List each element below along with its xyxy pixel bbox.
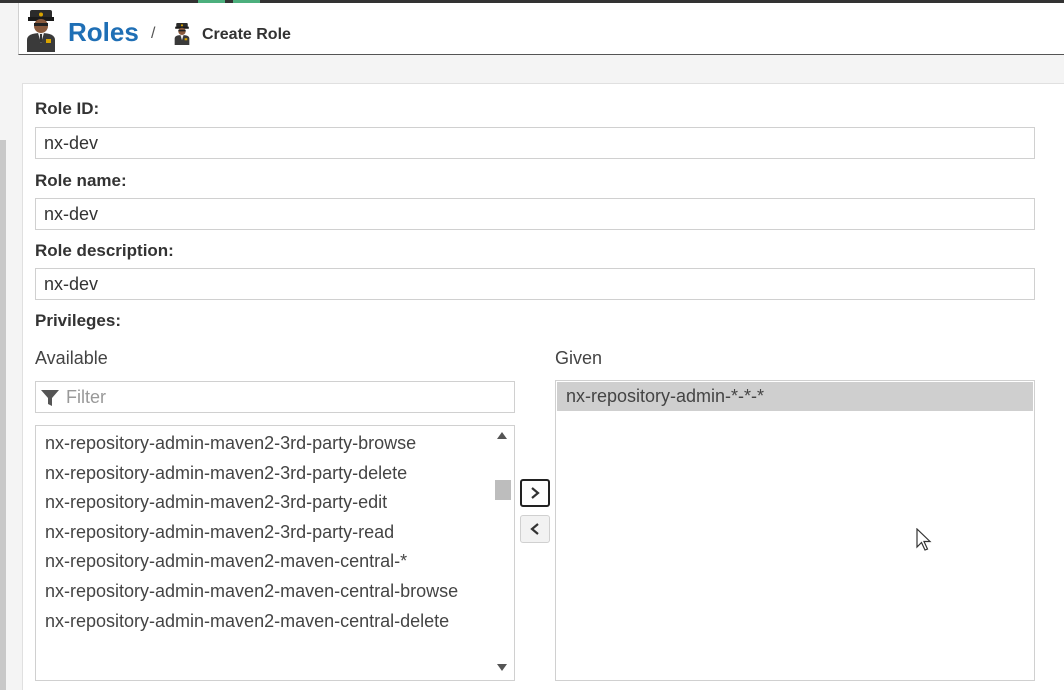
role-id-input[interactable]: [35, 127, 1035, 159]
filter-input[interactable]: [66, 382, 506, 412]
list-item[interactable]: nx-repository-admin-maven2-3rd-party-edi…: [36, 489, 491, 516]
role-name-input[interactable]: [35, 198, 1035, 230]
filter-funnel-icon: [41, 390, 59, 406]
privileges-label: Privileges:: [35, 311, 121, 330]
page-header: Roles / Create Role: [18, 3, 1064, 55]
given-label: Given: [555, 348, 603, 368]
chevron-right-icon: [531, 487, 540, 499]
list-item[interactable]: nx-repository-admin-*-*-*: [557, 382, 1033, 411]
available-label: Available: [35, 348, 108, 368]
page-title: Create Role: [202, 26, 291, 43]
list-item[interactable]: nx-repository-admin-maven2-maven-central…: [36, 578, 491, 605]
role-id-label: Role ID:: [35, 99, 100, 118]
scrollbar-thumb[interactable]: [495, 480, 511, 500]
security-guard-icon: [27, 10, 55, 52]
available-privileges-list[interactable]: nx-repository-admin-maven2-3rd-party-bro…: [35, 425, 515, 681]
remove-privilege-button[interactable]: [520, 515, 550, 543]
security-guard-icon: [174, 23, 190, 45]
list-item[interactable]: nx-repository-admin-maven2-3rd-party-bro…: [36, 430, 491, 457]
section-title[interactable]: Roles: [68, 17, 139, 48]
list-item[interactable]: nx-repository-admin-maven2-maven-central…: [36, 548, 491, 575]
available-items: nx-repository-admin-maven2-3rd-party-bro…: [36, 430, 491, 637]
add-privilege-button[interactable]: [520, 479, 550, 507]
given-privileges-list[interactable]: nx-repository-admin-*-*-*: [555, 380, 1035, 681]
mouse-cursor-icon: [916, 528, 932, 551]
scroll-up-arrow[interactable]: [497, 432, 507, 439]
list-item[interactable]: nx-repository-admin-maven2-3rd-party-rea…: [36, 519, 491, 546]
available-scrollbar[interactable]: [492, 426, 514, 680]
role-name-label: Role name:: [35, 171, 127, 190]
list-item[interactable]: nx-repository-admin-maven2-3rd-party-del…: [36, 460, 491, 487]
privilege-filter: [35, 381, 515, 413]
scroll-down-arrow[interactable]: [497, 664, 507, 671]
chevron-left-icon: [530, 523, 539, 535]
list-item[interactable]: nx-repository-admin-maven2-maven-central…: [36, 608, 491, 635]
role-description-input[interactable]: [35, 268, 1035, 300]
left-scroll-edge: [0, 140, 6, 690]
breadcrumb-separator: /: [151, 25, 156, 42]
role-description-label: Role description:: [35, 241, 174, 260]
